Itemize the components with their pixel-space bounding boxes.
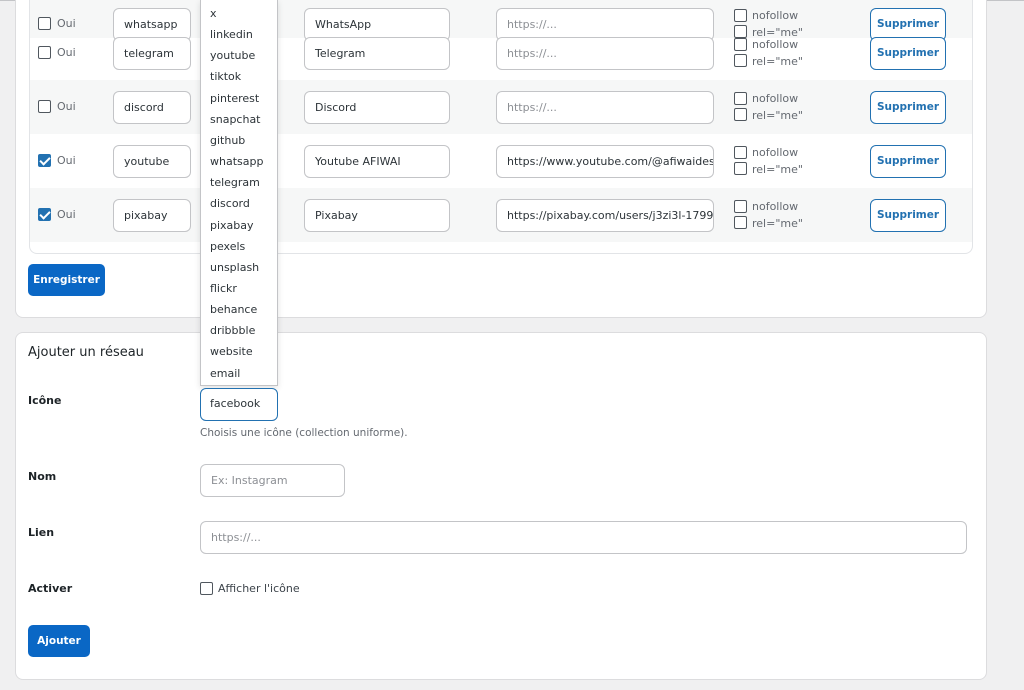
row-active-label: Oui bbox=[57, 46, 76, 59]
row-name-input[interactable]: Youtube AFIWAI bbox=[304, 145, 450, 178]
row-relme-checkbox[interactable] bbox=[734, 216, 747, 229]
dropdown-option[interactable]: pinterest bbox=[210, 92, 259, 105]
table-row: Oui pixabay Pixabay https://pixabay.com/use… bbox=[30, 188, 972, 242]
row-name-input[interactable]: Pixabay bbox=[304, 199, 450, 232]
name-input[interactable]: Ex: Instagram bbox=[200, 464, 345, 497]
name-label: Nom bbox=[28, 470, 57, 483]
row-delete-button[interactable]: Supprimer bbox=[870, 37, 946, 70]
row-delete-button[interactable]: Supprimer bbox=[870, 199, 946, 232]
show-icon-label: Afficher l'icône bbox=[218, 582, 300, 595]
row-active-checkbox[interactable] bbox=[38, 100, 51, 113]
table-row: Oui youtube Youtube AFIWAI https://www.yout… bbox=[30, 134, 972, 188]
row-active-checkbox[interactable] bbox=[38, 208, 51, 221]
add-network-title: Ajouter un réseau bbox=[28, 345, 144, 360]
dropdown-option[interactable]: whatsapp bbox=[210, 155, 263, 168]
row-nofollow-checkbox[interactable] bbox=[734, 9, 747, 22]
row-active-label: Oui bbox=[57, 100, 76, 113]
row-icon-select[interactable]: telegram bbox=[113, 37, 191, 70]
row-icon-select[interactable]: pixabay bbox=[113, 199, 191, 232]
row-nofollow-label: nofollow bbox=[752, 146, 799, 159]
dropdown-option[interactable]: snapchat bbox=[210, 113, 261, 126]
icon-dropdown-list[interactable]: x linkedin youtube tiktok pinterest snapchat g… bbox=[200, 0, 278, 386]
row-nofollow-checkbox[interactable] bbox=[734, 38, 747, 51]
icon-help-text: Choisis une icône (collection uniforme). bbox=[200, 427, 408, 439]
dropdown-option[interactable]: email bbox=[210, 367, 240, 380]
link-label: Lien bbox=[28, 526, 55, 539]
add-network-card bbox=[15, 332, 987, 680]
save-button[interactable]: Enregistrer bbox=[28, 264, 105, 296]
dropdown-option[interactable]: behance bbox=[210, 303, 257, 316]
dropdown-option[interactable]: pexels bbox=[210, 240, 245, 253]
dropdown-option[interactable]: linkedin bbox=[210, 28, 253, 41]
row-name-input[interactable]: Discord bbox=[304, 91, 450, 124]
icon-label: Icône bbox=[28, 394, 62, 407]
row-icon-select[interactable]: youtube bbox=[113, 145, 191, 178]
show-icon-checkbox[interactable] bbox=[200, 582, 213, 595]
row-nofollow-checkbox[interactable] bbox=[734, 146, 747, 159]
row-active-checkbox[interactable] bbox=[38, 46, 51, 59]
row-nofollow-checkbox[interactable] bbox=[734, 92, 747, 105]
dropdown-option[interactable]: dribbble bbox=[210, 324, 255, 337]
add-button[interactable]: Ajouter bbox=[28, 625, 90, 657]
row-nofollow-label: nofollow bbox=[752, 92, 799, 105]
dropdown-option[interactable]: telegram bbox=[210, 176, 260, 189]
row-active-checkbox[interactable] bbox=[38, 154, 51, 167]
row-relme-label: rel="me" bbox=[752, 163, 803, 176]
link-input[interactable]: https://... bbox=[200, 521, 967, 554]
row-active-label: Oui bbox=[57, 154, 76, 167]
row-delete-button[interactable]: Supprimer bbox=[870, 91, 946, 124]
row-link-input[interactable]: https://www.youtube.com/@afiwaidesign bbox=[496, 145, 714, 178]
row-relme-checkbox[interactable] bbox=[734, 54, 747, 67]
row-link-input[interactable]: https://pixabay.com/users/j3zi3l-1799616… bbox=[496, 199, 714, 232]
dropdown-option[interactable]: flickr bbox=[210, 282, 237, 295]
row-relme-label: rel="me" bbox=[752, 55, 803, 68]
dropdown-option[interactable]: youtube bbox=[210, 49, 255, 62]
row-nofollow-label: nofollow bbox=[752, 200, 799, 213]
dropdown-option[interactable]: website bbox=[210, 345, 253, 358]
row-relme-label: rel="me" bbox=[752, 109, 803, 122]
row-relme-label: rel="me" bbox=[752, 217, 803, 230]
dropdown-option[interactable]: pixabay bbox=[210, 219, 254, 232]
row-icon-select[interactable]: discord bbox=[113, 91, 191, 124]
table-row: Oui discord Discord https://... nofollow rel=… bbox=[30, 80, 972, 134]
row-nofollow-checkbox[interactable] bbox=[734, 200, 747, 213]
activate-label: Activer bbox=[28, 582, 73, 595]
networks-table: Oui whatsapp WhatsApp https://... nofollow re… bbox=[29, 0, 973, 254]
row-active-label: Oui bbox=[57, 208, 76, 221]
row-name-input[interactable]: Telegram bbox=[304, 37, 450, 70]
dropdown-option[interactable]: tiktok bbox=[210, 70, 241, 83]
icon-select[interactable]: facebook bbox=[200, 388, 278, 421]
row-nofollow-label: nofollow bbox=[752, 38, 799, 51]
row-delete-button[interactable]: Supprimer bbox=[870, 145, 946, 178]
dropdown-option[interactable]: github bbox=[210, 134, 245, 147]
row-link-input[interactable]: https://... bbox=[496, 91, 714, 124]
row-link-input[interactable]: https://... bbox=[496, 37, 714, 70]
row-relme-checkbox[interactable] bbox=[734, 162, 747, 175]
row-nofollow-label: nofollow bbox=[752, 9, 799, 22]
row-relme-checkbox[interactable] bbox=[734, 108, 747, 121]
table-row: Oui telegram Telegram https://... nofollow re… bbox=[30, 26, 972, 80]
dropdown-option[interactable]: unsplash bbox=[210, 261, 259, 274]
dropdown-option[interactable]: x bbox=[210, 7, 217, 20]
dropdown-option[interactable]: discord bbox=[210, 197, 250, 210]
